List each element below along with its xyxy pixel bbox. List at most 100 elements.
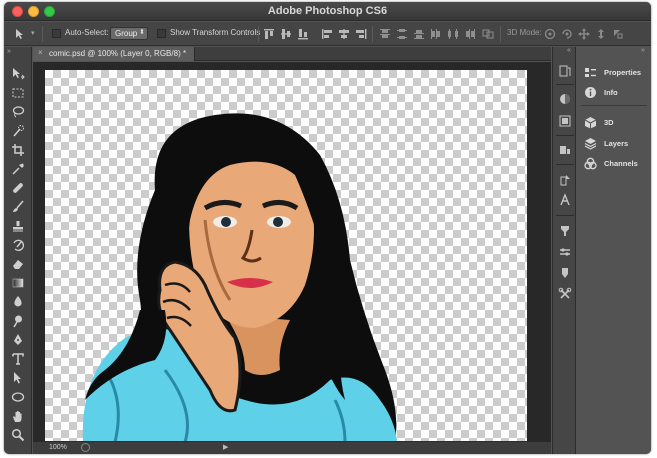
show-transform-label: Show Transform Controls (170, 28, 261, 37)
tool-presets-panel-icon[interactable] (558, 287, 572, 301)
history-brush-tool-icon[interactable] (9, 238, 27, 255)
3d-roll-icon[interactable] (560, 27, 574, 41)
panel-divider (581, 105, 647, 106)
panel-label: Info (604, 88, 618, 97)
channels-icon (584, 157, 597, 170)
options-divider (500, 26, 501, 42)
collapse-strip-icon[interactable]: « (567, 47, 571, 54)
move-tool-icon[interactable] (9, 67, 27, 84)
auto-select-dropdown[interactable]: Group ⬍ (110, 27, 148, 40)
rectangular-marquee-tool-icon[interactable] (9, 86, 27, 103)
document-tab-bar: × comic.psd @ 100% (Layer 0, RGB/8) * (33, 47, 551, 61)
auto-align-layers-icon[interactable] (481, 27, 495, 41)
tools-panel: » (4, 47, 32, 454)
type-tool-icon[interactable] (9, 352, 27, 369)
panel-channels[interactable]: Channels (577, 155, 651, 173)
align-left-edges-icon[interactable] (320, 27, 334, 41)
gradient-tool-icon[interactable] (9, 276, 27, 293)
panel-properties[interactable]: Properties (577, 64, 651, 82)
distribute-right-edges-icon[interactable] (463, 27, 477, 41)
eyedropper-tool-icon[interactable] (9, 162, 27, 179)
document-tab-title: comic.psd @ 100% (Layer 0, RGB/8) * (49, 49, 187, 58)
panel-info[interactable]: Info (577, 84, 651, 102)
left-iris (221, 217, 231, 227)
distribute-bottom-edges-icon[interactable] (412, 27, 426, 41)
zoom-tool-icon[interactable] (9, 428, 27, 445)
distribute-vertical-centers-icon[interactable] (395, 27, 409, 41)
panel-label: Properties (604, 68, 642, 77)
history-panel-icon[interactable] (558, 64, 572, 78)
preset-dropdown-arrow-icon[interactable]: ▾ (31, 29, 35, 37)
show-transform-checkbox[interactable] (157, 29, 166, 38)
3d-mode-label: 3D Mode: (507, 28, 542, 37)
quick-selection-tool-icon[interactable] (9, 124, 27, 141)
align-vertical-centers-icon[interactable] (279, 27, 293, 41)
3d-pan-icon[interactable] (577, 27, 591, 41)
options-divider (42, 26, 43, 42)
panel-3d[interactable]: 3D (577, 114, 651, 132)
3d-rotate-icon[interactable] (543, 27, 557, 41)
align-horizontal-centers-icon[interactable] (337, 27, 351, 41)
color-panel-icon[interactable] (558, 92, 572, 106)
panel-layers[interactable]: Layers (577, 135, 651, 153)
auto-select-checkbox[interactable] (52, 29, 61, 38)
status-bar: 100% ▶ (33, 441, 551, 454)
distribute-top-edges-icon[interactable] (378, 27, 392, 41)
move-tool-preset-icon[interactable] (14, 27, 28, 41)
image-canvas[interactable] (45, 70, 527, 442)
paragraph-panel-icon[interactable] (558, 173, 572, 187)
status-info-icon[interactable] (81, 443, 90, 452)
comic-portrait-image (82, 113, 397, 442)
properties-icon (584, 66, 597, 79)
brush-tool-icon[interactable] (9, 200, 27, 217)
strip-divider (556, 164, 574, 165)
align-bottom-edges-icon[interactable] (296, 27, 310, 41)
swatches-panel-icon[interactable] (558, 114, 572, 128)
collapse-tools-icon[interactable]: » (7, 48, 11, 55)
status-menu-arrow-icon[interactable]: ▶ (223, 443, 228, 451)
app-title: Adobe Photoshop CS6 (267, 5, 388, 17)
3d-cube-icon (584, 116, 597, 129)
pen-tool-icon[interactable] (9, 333, 27, 350)
right-iris (273, 217, 283, 227)
dodge-tool-icon[interactable] (9, 314, 27, 331)
distribute-horizontal-centers-icon[interactable] (446, 27, 460, 41)
hand-tool-icon[interactable] (9, 409, 27, 426)
photoshop-window: Adobe Photoshop CS6 ▾ Auto-Select: Group… (4, 2, 651, 454)
spot-healing-brush-tool-icon[interactable] (9, 181, 27, 198)
crop-tool-icon[interactable] (9, 143, 27, 160)
lasso-tool-icon[interactable] (9, 105, 27, 122)
character-panel-icon[interactable] (558, 193, 572, 207)
title-bar: Adobe Photoshop CS6 (4, 2, 651, 21)
panel-label: Channels (604, 159, 638, 168)
panel-label: Layers (604, 139, 629, 148)
brush-panel-icon[interactable] (558, 245, 572, 259)
options-divider (372, 26, 373, 42)
blur-tool-icon[interactable] (9, 295, 27, 312)
auto-select-label: Auto-Select: (65, 28, 109, 37)
options-divider (258, 26, 259, 42)
adjustments-panel-icon[interactable] (558, 143, 572, 157)
zoom-level-readout[interactable]: 100% (49, 444, 67, 451)
layers-icon (584, 137, 597, 150)
auto-select-value: Group (115, 29, 138, 38)
clone-source-panel-icon[interactable] (558, 266, 572, 280)
close-tab-icon[interactable]: × (38, 48, 43, 57)
options-bar: ▾ Auto-Select: Group ⬍ Show Transform Co… (4, 22, 651, 46)
eraser-tool-icon[interactable] (9, 257, 27, 274)
3d-scale-icon[interactable] (611, 27, 625, 41)
strip-divider (556, 215, 574, 216)
clone-stamp-tool-icon[interactable] (9, 219, 27, 236)
align-top-edges-icon[interactable] (262, 27, 276, 41)
path-selection-tool-icon[interactable] (9, 371, 27, 388)
document-tab[interactable]: × comic.psd @ 100% (Layer 0, RGB/8) * (33, 47, 195, 61)
panel-label: 3D (604, 118, 614, 127)
ellipse-tool-icon[interactable] (9, 390, 27, 407)
distribute-left-edges-icon[interactable] (429, 27, 443, 41)
align-right-edges-icon[interactable] (354, 27, 368, 41)
3d-slide-icon[interactable] (594, 27, 608, 41)
collapse-panels-icon[interactable]: » (641, 47, 645, 54)
brush-presets-panel-icon[interactable] (558, 224, 572, 238)
dropdown-arrows-icon: ⬍ (139, 29, 145, 36)
strip-divider (556, 84, 574, 85)
